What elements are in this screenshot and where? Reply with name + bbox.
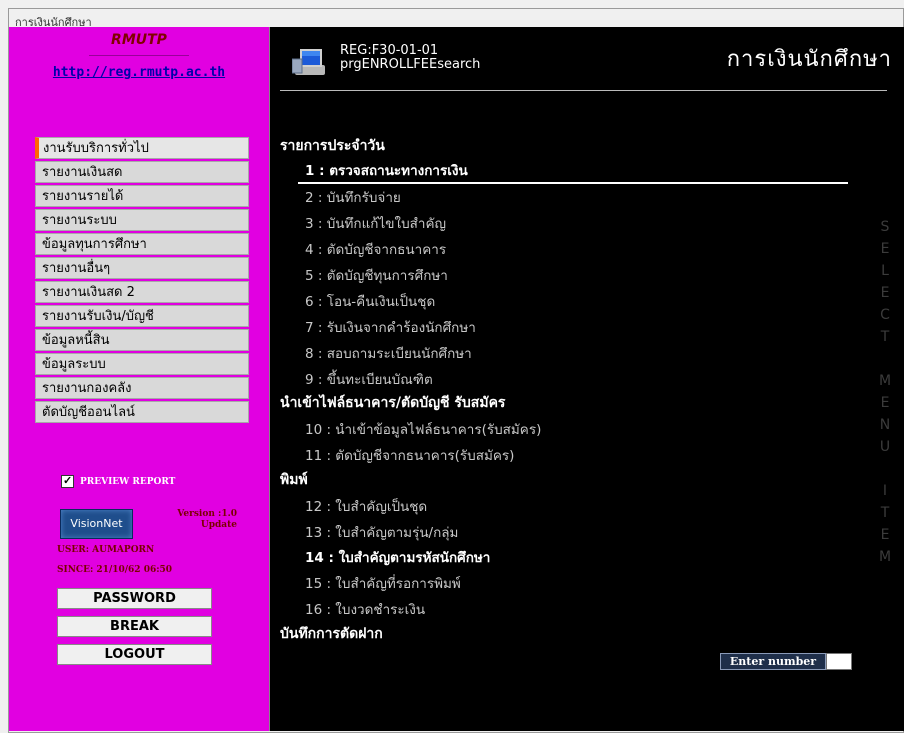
sidebar-item-system-data[interactable]: ข้อมูลระบบ (35, 353, 249, 375)
vertical-letter: C (880, 307, 890, 323)
preview-report-label: PREVIEW REPORT (80, 476, 176, 487)
website-link[interactable]: http://reg.rmutp.ac.th (9, 65, 269, 80)
menu-item-13[interactable]: 13 : ใบสำคัญตามรุ่น/กลุ่ม (305, 521, 458, 543)
vertical-letter: E (880, 285, 890, 301)
since-label: SINCE: 21/10/62 06:50 (57, 565, 173, 575)
section-print: พิมพ์ (280, 472, 308, 488)
sidebar: RMUTP http://reg.rmutp.ac.th งานรับบริกา… (9, 27, 270, 731)
vertical-letter: M (878, 549, 892, 565)
brand-divider (89, 55, 189, 56)
sidebar-item-online-account-cut[interactable]: ตัดบัญชีออนไลน์ (35, 401, 249, 423)
menu-item-6[interactable]: 6 : โอน-คืนเงินเป็นชุด (305, 290, 435, 312)
menu-item-16[interactable]: 16 : ใบงวดชำระเงิน (305, 598, 425, 620)
vertical-letter: S (880, 219, 890, 235)
menu-item-12[interactable]: 12 : ใบสำคัญเป็นชุด (305, 495, 427, 517)
page-title: การเงินนักศึกษา (726, 47, 892, 72)
sidebar-item-other-reports[interactable]: รายงานอื่นๆ (35, 257, 249, 279)
preview-report-toggle[interactable]: ✓ PREVIEW REPORT (61, 474, 176, 488)
vertical-letter: E (880, 395, 890, 411)
enter-number-label: Enter number (720, 653, 826, 670)
sidebar-item-receipt-account-report[interactable]: รายงานรับเงิน/บัญชี (35, 305, 249, 327)
preview-report-checkbox[interactable]: ✓ (61, 474, 74, 488)
section-deposit-record: บันทึกการตัดฝาก (280, 626, 383, 642)
vertical-letter: L (881, 263, 889, 279)
update-label: Update (200, 520, 237, 530)
menu-item-5[interactable]: 5 : ตัดบัญชีทุนการศึกษา (305, 264, 448, 286)
menu-item-1[interactable]: 1 : ตรวจสถานะทางการเงิน (305, 159, 468, 181)
sidebar-item-system-report[interactable]: รายงานระบบ (35, 209, 249, 231)
vertical-letter: T (880, 505, 890, 521)
reg-code: REG:F30-01-01 (340, 43, 439, 58)
vertical-letter: I (882, 483, 888, 499)
logout-button[interactable]: LOGOUT (57, 644, 212, 665)
header-divider (280, 90, 887, 91)
sidebar-item-scholarship-data[interactable]: ข้อมูลทุนการศึกษา (35, 233, 249, 255)
vertical-letter: E (880, 527, 890, 543)
menu-item-9[interactable]: 9 : ขึ้นทะเบียนบัณฑิต (305, 368, 433, 390)
vertical-letter: E (880, 241, 890, 257)
menu-item-11[interactable]: 11 : ตัดบัญชีจากธนาคาร(รับสมัคร) (305, 444, 514, 466)
visionnet-logo: VisionNet (60, 509, 133, 539)
version-info: Version :1.0 Update (137, 509, 237, 531)
main-panel: REG:F30-01-01 prgENROLLFEEsearch การเงิน… (270, 27, 904, 731)
check-icon: ✓ (63, 474, 73, 487)
version-label: Version :1.0 (177, 509, 237, 519)
section-daily: รายการประจำวัน (280, 138, 385, 154)
brand-logo-text: RMUTP (111, 32, 167, 48)
vertical-letter: M (878, 373, 892, 389)
menu-item-3[interactable]: 3 : บันทึกแก้ไขใบสำคัญ (305, 212, 446, 234)
computer-icon (292, 49, 325, 75)
program-name: prgENROLLFEEsearch (340, 57, 481, 72)
vertical-letter: T (880, 329, 890, 345)
menu-item-10[interactable]: 10 : นำเข้าข้อมูลไฟล์ธนาคาร(รับสมัคร) (305, 418, 541, 440)
vertical-letter: U (879, 439, 891, 455)
sidebar-item-income-report[interactable]: รายงานรายได้ (35, 185, 249, 207)
vertical-letter: N (879, 417, 891, 433)
sidebar-item-cash-report-2[interactable]: รายงานเงินสด 2 (35, 281, 249, 303)
enter-number-input[interactable] (826, 653, 852, 670)
sidebar-menu: งานรับบริการทั่วไป รายงานเงินสด รายงานรา… (35, 137, 249, 425)
sidebar-item-debt-data[interactable]: ข้อมูลหนี้สิน (35, 329, 249, 351)
user-label: USER: AUMAPORN (57, 545, 155, 555)
menu-item-15[interactable]: 15 : ใบสำคัญที่รอการพิมพ์ (305, 572, 461, 594)
sidebar-item-treasury-report[interactable]: รายงานกองคลัง (35, 377, 249, 399)
menu-item-14[interactable]: 14 : ใบสำคัญตามรหัสนักศึกษา (305, 546, 490, 568)
sidebar-item-general-services[interactable]: งานรับบริการทั่วไป (35, 137, 249, 159)
menu-item-7[interactable]: 7 : รับเงินจากคำร้องนักศึกษา (305, 316, 476, 338)
section-bank-import: นำเข้าไฟล์ธนาคาร/ตัดบัญชี รับสมัคร (280, 395, 506, 411)
menu-item-2[interactable]: 2 : บันทึกรับจ่าย (305, 186, 401, 208)
menu-item-8[interactable]: 8 : สอบถามระเบียนนักศึกษา (305, 342, 472, 364)
sidebar-item-cash-report[interactable]: รายงานเงินสด (35, 161, 249, 183)
break-button[interactable]: BREAK (57, 616, 212, 637)
menu-item-4[interactable]: 4 : ตัดบัญชีจากธนาคาร (305, 238, 446, 260)
password-button[interactable]: PASSWORD (57, 588, 212, 609)
selected-underline (298, 182, 848, 184)
